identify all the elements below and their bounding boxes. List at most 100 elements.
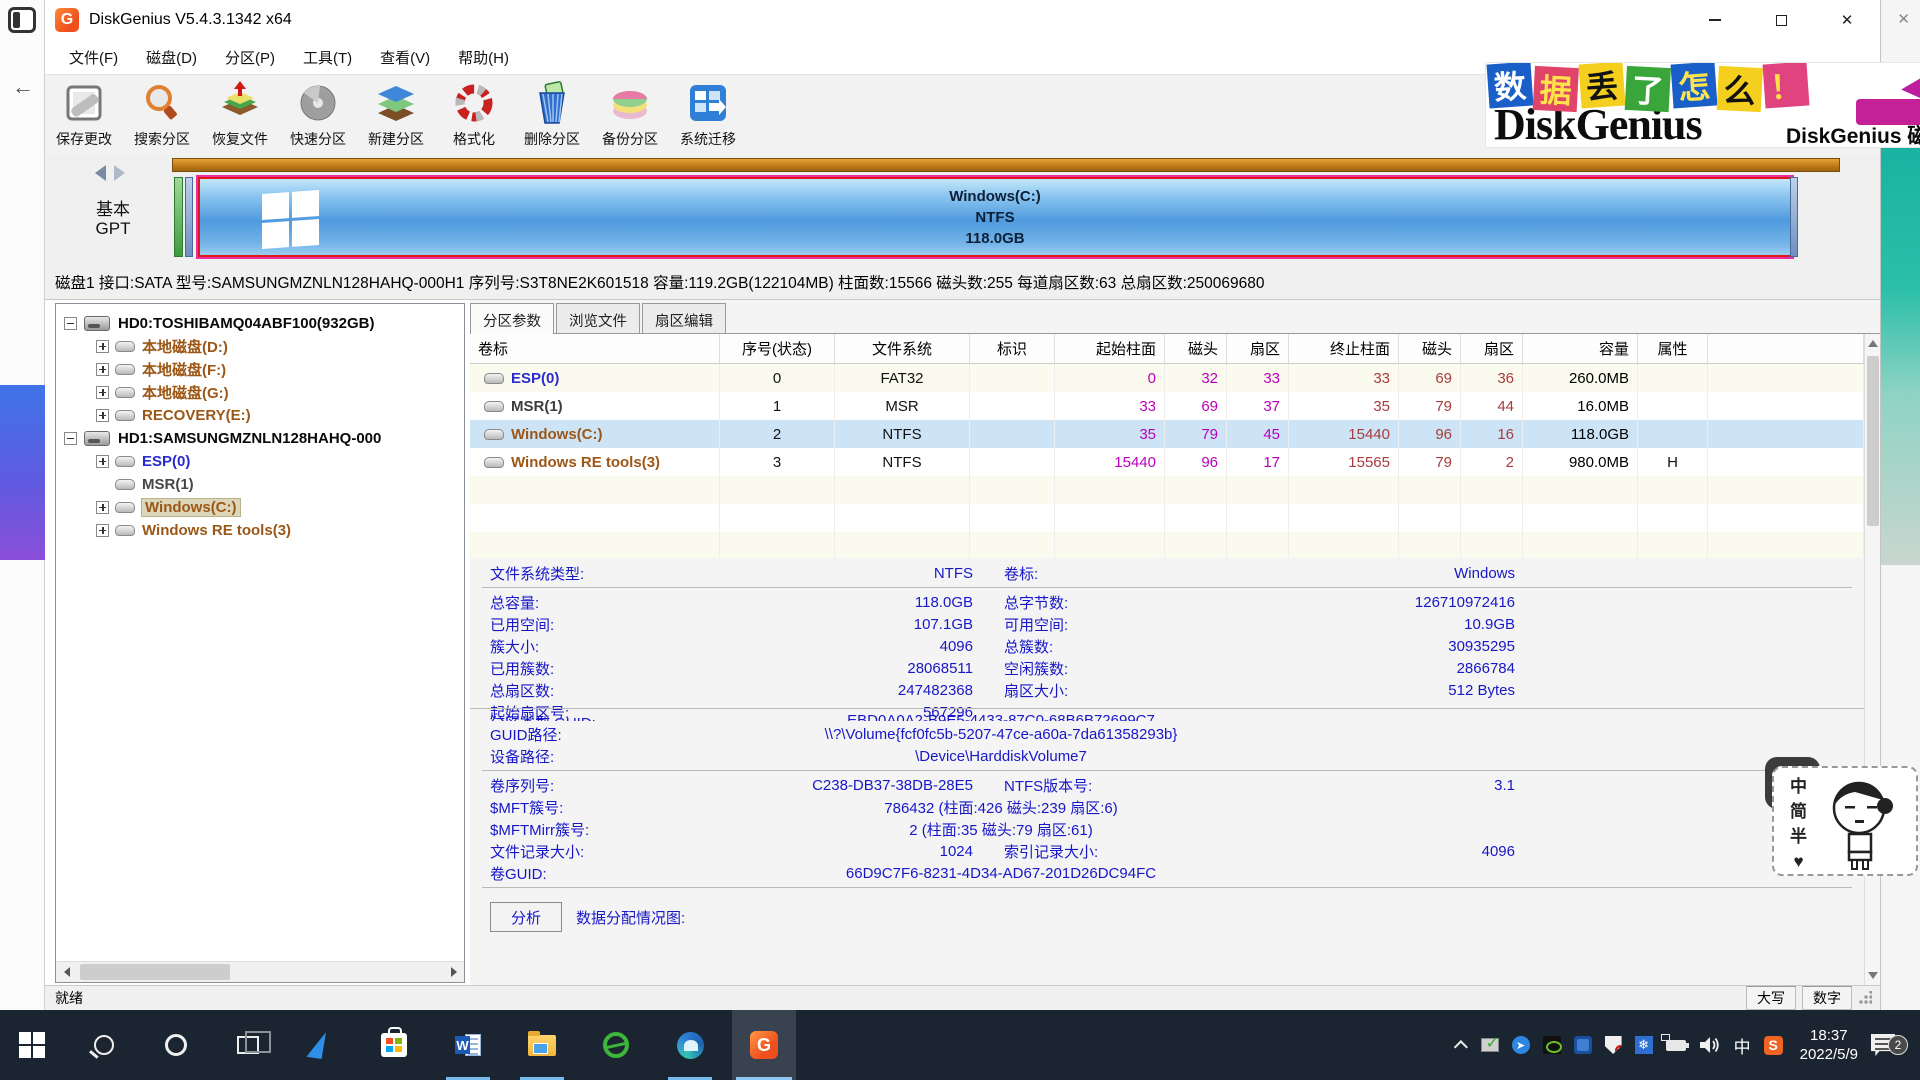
task-view-button[interactable] [216,1010,280,1080]
table-row-windows-re[interactable]: Windows RE tools(3) 3 NTFS 15440 96 17 1… [470,448,1864,476]
tree-item-hd1[interactable]: HD1:SAMSUNGMZNLN128HAHQ-000 [64,427,381,449]
close-button[interactable]: ✕ [1814,0,1880,40]
menu-partition[interactable]: 分区(P) [211,41,289,74]
expand-icon[interactable] [96,409,109,422]
partition-block-windows-c[interactable]: Windows(C:) NTFS 118.0GB [196,175,1794,259]
col-tag[interactable]: 标识 [970,334,1055,363]
tray-security-shield-icon[interactable]: ✕ [1605,1036,1622,1054]
taskbar-app-word[interactable]: W [436,1010,500,1080]
partition-block-re-tools[interactable] [1790,177,1798,257]
search-partition-button[interactable]: 搜索分区 [123,75,201,153]
tree-item-windows-c[interactable]: Windows(C:) [96,496,240,518]
maximize-button[interactable] [1748,0,1814,40]
disk-capacity-bar[interactable] [172,158,1840,172]
col-filesystem[interactable]: 文件系统 [835,334,970,363]
scroll-up-arrow-icon[interactable] [1868,340,1878,347]
tree-item-windows-re[interactable]: Windows RE tools(3) [96,519,291,541]
tree-horizontal-scrollbar[interactable] [56,961,464,982]
ime-lang-indicator[interactable]: 中 [1790,775,1807,799]
new-partition-button[interactable]: 新建分区 [357,75,435,153]
collapse-icon[interactable] [64,432,77,445]
cortana-button[interactable] [144,1010,208,1080]
scroll-down-arrow-icon[interactable] [1868,972,1878,979]
tray-ime-indicator[interactable]: 中 [1734,1033,1751,1058]
col-end-head[interactable]: 磁头 [1399,334,1461,363]
tray-nvidia-icon[interactable] [1543,1036,1561,1054]
prev-disk-arrow-icon[interactable] [95,165,106,181]
ime-heart-icon[interactable]: ♥ [1793,850,1803,874]
tree-item-recovery-e[interactable]: RECOVERY(E:) [96,404,251,426]
menu-view[interactable]: 查看(V) [366,41,444,74]
taskbar-clock[interactable]: 18:37 2022/5/9 [1800,1026,1858,1064]
next-disk-arrow-icon[interactable] [114,165,125,181]
backup-partition-button[interactable]: 备份分区 [591,75,669,153]
quick-partition-button[interactable]: 快速分区 [279,75,357,153]
partition-block-esp[interactable] [174,177,183,257]
table-row-msr[interactable]: MSR(1) 1 MSR 33 69 37 35 79 44 16.0MB [470,392,1864,420]
vertical-scrollbar[interactable] [1864,334,1880,985]
taskbar-app-explorer[interactable] [510,1010,574,1080]
expand-icon[interactable] [96,501,109,514]
tree-item-local-d[interactable]: 本地磁盘(D:) [96,335,228,357]
col-volume-label[interactable]: 卷标 [470,334,720,363]
taskbar-app-flash[interactable] [288,1010,352,1080]
menu-file[interactable]: 文件(F) [55,41,132,74]
taskbar-app-browser[interactable] [584,1010,648,1080]
tree-item-hd0[interactable]: HD0:TOSHIBAMQ04ABF100(932GB) [64,312,374,334]
background-close-icon[interactable]: ✕ [1897,10,1910,28]
taskbar-search-button[interactable] [72,1010,136,1080]
partition-block-msr[interactable] [185,177,193,257]
expand-icon[interactable] [96,524,109,537]
tab-sector-edit[interactable]: 扇区编辑 [642,303,726,333]
tray-messenger-icon[interactable]: ➤ [1512,1036,1530,1054]
tray-sogou-icon[interactable]: S [1764,1036,1783,1055]
banner-ad[interactable]: DiskGenius 数 据 丢 了 怎 么 ！ DiskGenius 致电: … [765,68,1482,156]
col-attributes[interactable]: 属性 [1638,334,1708,363]
minimize-button[interactable] [1682,0,1748,40]
analyze-button[interactable]: 分析 [490,902,562,932]
scroll-right-arrow-icon[interactable] [443,962,464,982]
resize-grip[interactable] [1858,991,1872,1005]
start-button[interactable] [0,1010,64,1080]
tray-snowflake-icon[interactable]: ❄ [1635,1036,1653,1054]
taskbar-app-store[interactable] [362,1010,426,1080]
system-migrate-button[interactable]: 系统迁移 [669,75,747,153]
expand-icon[interactable] [96,363,109,376]
tab-partition-params[interactable]: 分区参数 [470,303,554,335]
format-button[interactable]: 格式化 [435,75,513,153]
table-row-esp[interactable]: ESP(0) 0 FAT32 0 32 33 33 69 36 260.0MB [470,364,1864,392]
col-end-sector[interactable]: 扇区 [1461,334,1523,363]
tray-expand-chevron-icon[interactable] [1453,1040,1467,1054]
tray-update-icon[interactable] [1481,1038,1499,1052]
save-changes-button[interactable]: 保存更改 [45,75,123,153]
col-start-cylinder[interactable]: 起始柱面 [1055,334,1165,363]
tree-item-esp[interactable]: ESP(0) [96,450,190,472]
menu-tools[interactable]: 工具(T) [289,41,366,74]
expand-icon[interactable] [96,340,109,353]
collapse-icon[interactable] [64,317,77,330]
expand-icon[interactable] [96,386,109,399]
menu-disk[interactable]: 磁盘(D) [132,41,211,74]
recover-files-button[interactable]: 恢复文件 [201,75,279,153]
col-start-sector[interactable]: 扇区 [1227,334,1289,363]
tray-intel-graphics-icon[interactable] [1574,1036,1592,1054]
col-index-status[interactable]: 序号(状态) [720,334,835,363]
scrollbar-thumb[interactable] [80,964,230,980]
col-end-cylinder[interactable]: 终止柱面 [1289,334,1399,363]
tree-item-msr[interactable]: MSR(1) [96,473,194,495]
tree-item-local-g[interactable]: 本地磁盘(G:) [96,381,229,403]
scrollbar-thumb[interactable] [1867,356,1879,526]
delete-partition-button[interactable]: 删除分区 [513,75,591,153]
tree-item-local-f[interactable]: 本地磁盘(F:) [96,358,226,380]
expand-icon[interactable] [96,455,109,468]
col-capacity[interactable]: 容量 [1523,334,1638,363]
table-row-windows-c-selected[interactable]: Windows(C:) 2 NTFS 35 79 45 15440 96 16 … [470,420,1864,448]
sogou-ime-widget[interactable]: 中 简 半 ♥ [1772,766,1918,876]
scroll-left-arrow-icon[interactable] [56,962,77,982]
ime-simplified-indicator[interactable]: 简 [1790,800,1807,824]
taskbar-app-diskgenius-active[interactable]: G [732,1010,796,1080]
taskbar-app-edge[interactable] [658,1010,722,1080]
back-arrow-icon[interactable]: ← [12,74,34,100]
col-start-head[interactable]: 磁头 [1165,334,1227,363]
ime-halfwidth-indicator[interactable]: 半 [1790,825,1807,849]
